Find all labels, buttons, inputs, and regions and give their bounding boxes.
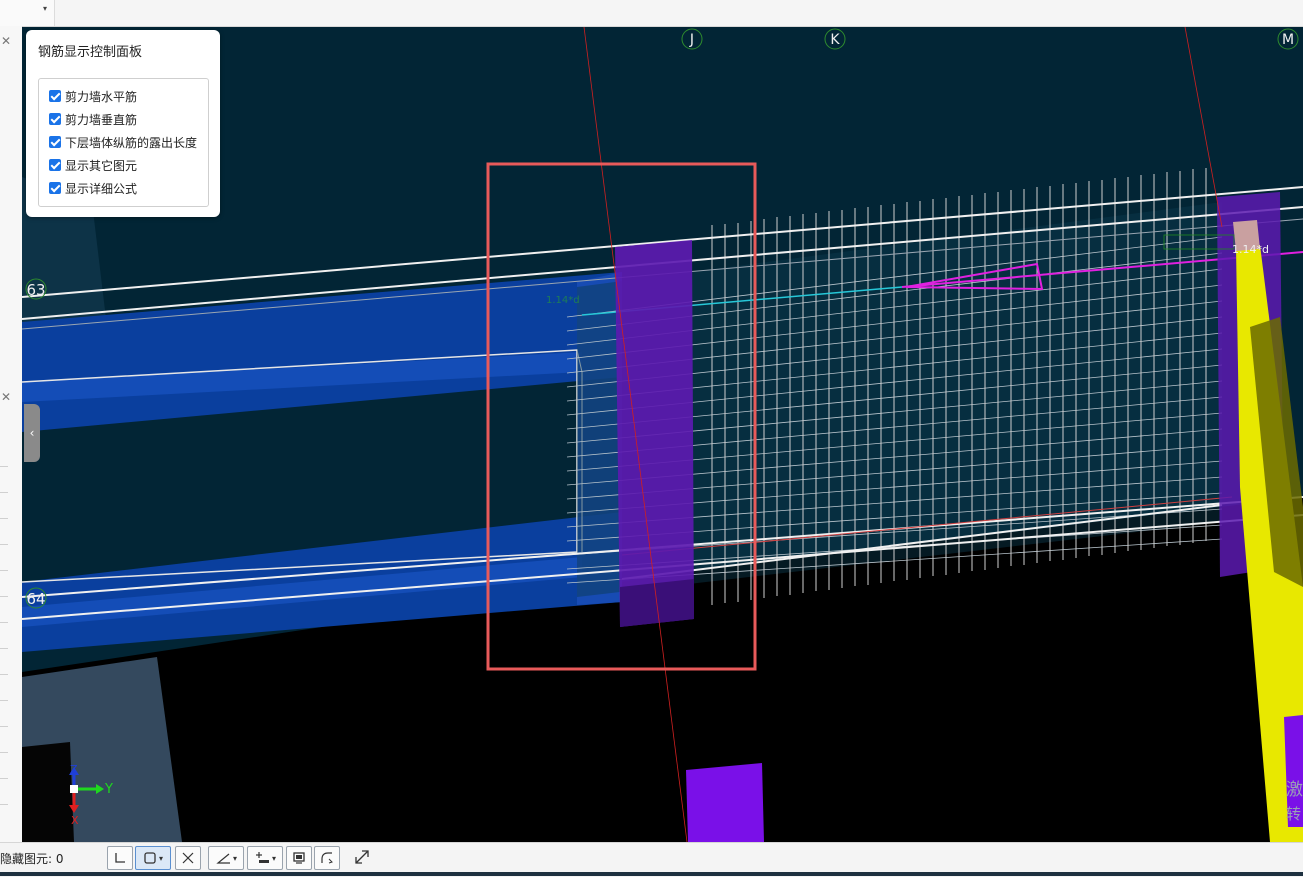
orthogonal-snap-button[interactable] <box>107 846 133 870</box>
svg-text:Z: Z <box>70 763 78 776</box>
divider <box>0 700 8 701</box>
angle-snap-button[interactable]: ▾ <box>208 846 244 870</box>
offset-button[interactable]: ▾ <box>247 846 283 870</box>
divider <box>0 466 8 467</box>
option-label: 下层墙体纵筋的露出长度 <box>65 135 198 150</box>
curve-icon <box>321 852 333 864</box>
panel-title: 钢筋显示控制面板 <box>38 45 143 60</box>
chevron-down-icon: ▾ <box>232 853 237 863</box>
chevron-left-icon: ‹ <box>29 426 35 440</box>
checkbox[interactable] <box>49 113 61 125</box>
option-show-other-elements[interactable]: 显示其它图元 <box>49 156 137 174</box>
option-label: 剪力墙水平筋 <box>65 89 138 104</box>
close-icon[interactable]: ✕ <box>1 390 11 404</box>
display-toggle-button[interactable] <box>286 846 312 870</box>
divider <box>0 648 8 649</box>
expand-icon <box>355 850 369 864</box>
divider <box>0 752 8 753</box>
hidden-elements-count: 0 <box>55 852 64 866</box>
monitor-icon <box>293 852 305 864</box>
checkbox[interactable] <box>49 90 61 102</box>
divider <box>0 492 8 493</box>
collapse-panel-handle[interactable]: ‹ <box>24 404 40 462</box>
chevron-down-icon: ▾ <box>271 853 276 863</box>
divider <box>0 778 8 779</box>
svg-text:X: X <box>71 814 79 827</box>
side-text: 激 <box>1286 780 1303 800</box>
side-text: 转 <box>1286 805 1301 823</box>
slab-shadow <box>22 742 74 842</box>
cross-snap-button[interactable] <box>175 846 201 870</box>
checkbox[interactable] <box>49 182 61 194</box>
close-icon[interactable]: ✕ <box>1 34 11 48</box>
formula-label-faint: 1.14*d <box>546 295 580 306</box>
divider <box>0 570 8 571</box>
option-label: 剪力墙垂直筋 <box>65 112 138 127</box>
column-block <box>686 763 764 842</box>
divider <box>0 622 8 623</box>
ortho-icon <box>115 853 125 863</box>
divider <box>0 726 8 727</box>
cross-icon <box>182 852 194 864</box>
svg-text:63: 63 <box>26 281 45 299</box>
svg-text:64: 64 <box>26 590 45 608</box>
object-snap-button[interactable]: ▾ <box>135 846 171 870</box>
option-exposed-length[interactable]: 下层墙体纵筋的露出长度 <box>49 133 197 151</box>
window-bottom-edge <box>0 872 1303 876</box>
view-dropdown[interactable]: ▾ <box>0 0 55 26</box>
divider <box>0 518 8 519</box>
option-horizontal-rebar[interactable]: 剪力墙水平筋 <box>49 87 137 105</box>
divider <box>0 674 8 675</box>
chevron-down-icon: ▾ <box>158 853 163 863</box>
formula-label: 1.14*d <box>1232 243 1269 256</box>
options-group: 剪力墙水平筋 剪力墙垂直筋 下层墙体纵筋的露出长度 显示其它图元 显示详细公式 <box>38 78 209 207</box>
checkbox[interactable] <box>49 136 61 148</box>
offset-icon <box>255 852 269 863</box>
rebar-display-control-panel: 钢筋显示控制面板 剪力墙水平筋 剪力墙垂直筋 下层墙体纵筋的露出长度 显示其它图… <box>26 30 220 217</box>
option-label: 显示其它图元 <box>65 158 138 173</box>
top-toolbar: ▾ <box>0 0 1303 27</box>
grid-axis-63: 63 <box>25 278 47 300</box>
divider <box>0 804 8 805</box>
svg-text:Y: Y <box>104 782 113 797</box>
curve-tool-button[interactable] <box>314 846 340 870</box>
svg-text:J: J <box>689 32 694 48</box>
snap-box-icon <box>144 852 156 864</box>
chevron-down-icon: ▾ <box>43 4 48 13</box>
grid-axis-64: 64 <box>25 587 47 609</box>
fullscreen-button[interactable] <box>352 847 372 867</box>
column <box>615 240 694 627</box>
angle-icon <box>216 853 230 864</box>
svg-text:K: K <box>830 32 840 48</box>
divider <box>0 544 8 545</box>
option-vertical-rebar[interactable]: 剪力墙垂直筋 <box>49 110 137 128</box>
hidden-elements-status: 隐藏图元: 0 <box>0 850 64 867</box>
svg-text:M: M <box>1282 32 1294 48</box>
hidden-elements-label: 隐藏图元: <box>0 852 53 866</box>
checkbox[interactable] <box>49 159 61 171</box>
divider <box>0 596 8 597</box>
left-side-panel: ✕ ✕ <box>0 26 23 842</box>
option-label: 显示详细公式 <box>65 181 138 196</box>
option-show-formula[interactable]: 显示详细公式 <box>49 179 137 197</box>
